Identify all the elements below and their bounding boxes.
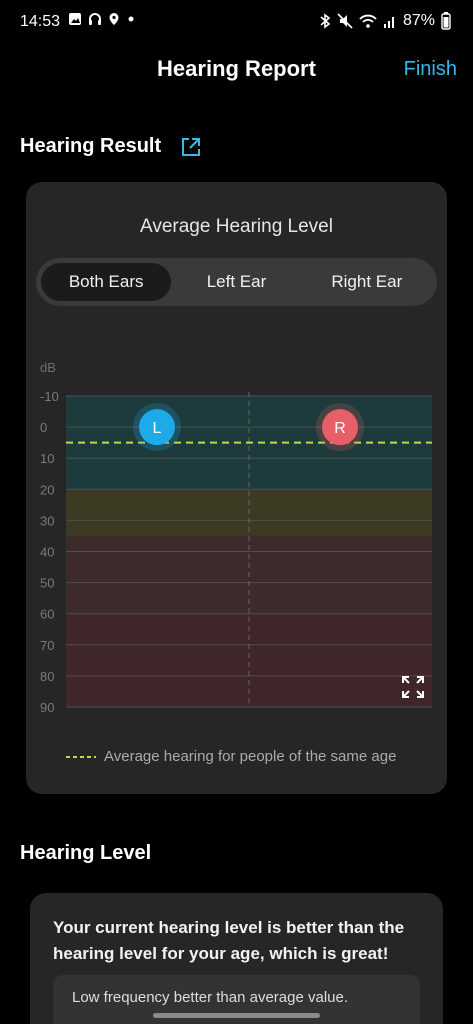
ear-selector: Both Ears Left Ear Right Ear <box>36 258 437 306</box>
legend-label: Average hearing for people of the same a… <box>104 748 397 765</box>
headphones-icon <box>89 13 101 25</box>
ear-marker-r: R <box>316 403 364 452</box>
finish-button[interactable]: Finish <box>404 58 457 81</box>
tab-left-ear[interactable]: Left Ear <box>171 263 301 301</box>
y-tick-label: 0 <box>40 420 47 435</box>
y-tick-label: 60 <box>40 607 54 622</box>
y-tick-label: 70 <box>40 638 54 653</box>
y-tick-label: -10 <box>40 389 59 404</box>
bluetooth-icon <box>320 13 331 29</box>
hearing-detail-text: Low frequency better than average value. <box>72 989 349 1006</box>
y-tick-label: 80 <box>40 669 54 684</box>
hearing-result-card: Average Hearing Level Both Ears Left Ear… <box>26 182 447 794</box>
wifi-icon <box>359 14 377 28</box>
tab-right-ear[interactable]: Right Ear <box>302 263 432 301</box>
location-icon <box>109 13 119 25</box>
hearing-level-card: Your current hearing level is better tha… <box>30 893 443 1024</box>
hearing-chart: dB -10 0 10 20 30 40 50 60 70 80 90 L R <box>40 360 432 715</box>
app-header: Hearing Report Finish <box>0 52 473 86</box>
home-indicator[interactable] <box>153 1013 320 1018</box>
ear-marker-label: L <box>153 420 162 437</box>
y-tick-label: 40 <box>40 545 54 560</box>
page-title: Hearing Report <box>157 56 316 81</box>
hearing-result-title: Hearing Result <box>20 135 162 157</box>
legend-dash-icon <box>66 755 96 758</box>
chart-legend: Average hearing for people of the same a… <box>66 748 396 765</box>
y-tick-label: 90 <box>40 700 54 715</box>
status-time: 14:53 <box>20 13 61 30</box>
y-tick-label: 50 <box>40 576 54 591</box>
mute-icon <box>337 13 353 29</box>
battery-icon <box>441 12 451 30</box>
ear-marker-l: L <box>133 403 181 452</box>
y-axis-label: dB <box>40 360 56 375</box>
y-tick-label: 10 <box>40 451 54 466</box>
external-link-icon[interactable] <box>180 136 202 158</box>
dot-icon <box>128 16 134 22</box>
ear-marker-label: R <box>334 420 346 437</box>
y-tick-label: 20 <box>40 482 54 497</box>
hearing-level-title: Hearing Level <box>20 842 152 864</box>
y-tick-label: 30 <box>40 513 54 528</box>
signal-icon <box>383 17 394 28</box>
battery-level: 87% <box>402 12 435 29</box>
card-title: Average Hearing Level <box>140 216 333 237</box>
tab-both-ears[interactable]: Both Ears <box>41 263 172 301</box>
image-icon <box>69 13 81 25</box>
status-bar: 14:53 87% <box>0 0 473 44</box>
hearing-summary: Your current hearing level is better tha… <box>53 918 405 963</box>
